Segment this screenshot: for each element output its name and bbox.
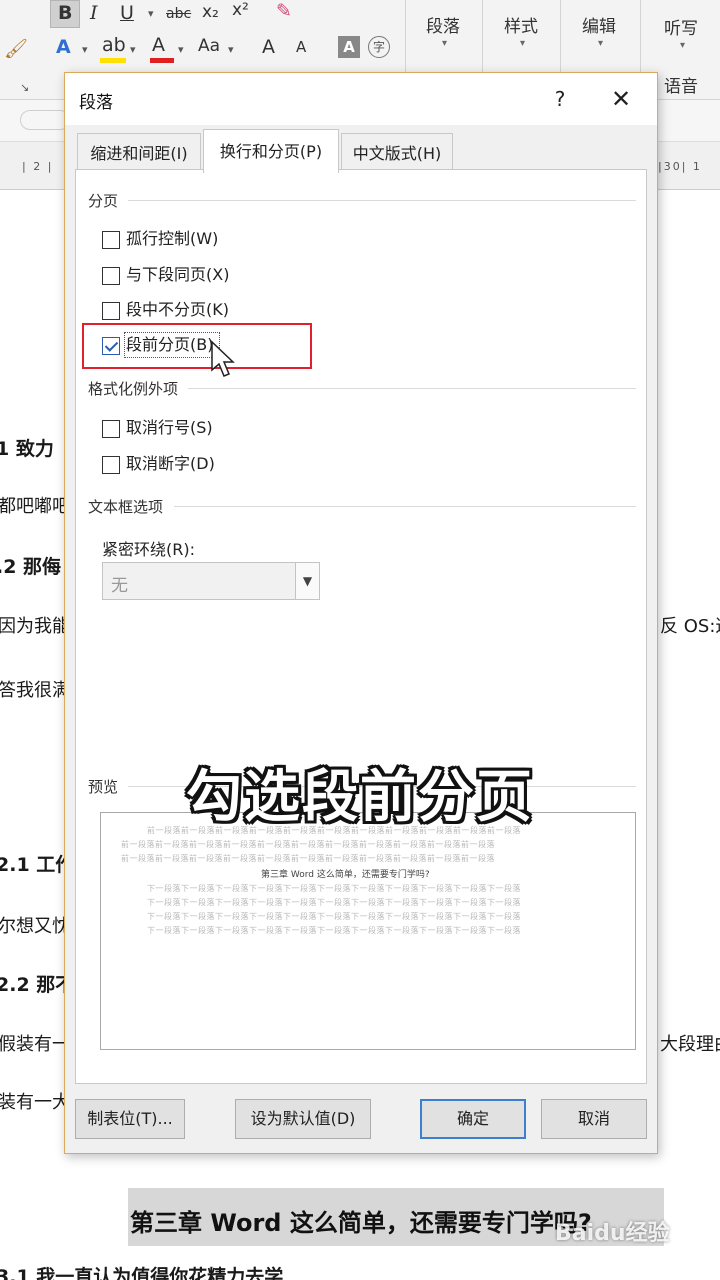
checkbox-label: 取消行号(S) [126, 418, 213, 437]
cancel-button[interactable]: 取消 [541, 1099, 647, 1139]
checkbox-label: 取消断字(D) [126, 454, 215, 473]
doc-fragment: 假装有一 [0, 1034, 70, 1055]
tab-line-page-breaks[interactable]: 换行和分页(P) [203, 129, 339, 173]
paragraph-dropdown-icon[interactable]: ▾ [442, 38, 447, 49]
editing-group[interactable]: 编辑 [582, 12, 616, 37]
change-case-dropdown-icon[interactable]: ▾ [228, 44, 234, 55]
editing-dropdown-icon[interactable]: ▾ [598, 38, 603, 49]
checkbox-box[interactable] [102, 231, 120, 249]
tab-indents-spacing[interactable]: 缩进和间距(I) [77, 133, 201, 173]
dialog-title: 段落 [79, 93, 113, 113]
text-effects-button[interactable]: A [56, 38, 71, 57]
doc-fragment: 都吧嘟吧 [0, 496, 70, 517]
subscript-button[interactable]: x₂ [202, 4, 219, 21]
preview-previous-line: 前一段落前一段落前一段落前一段落前一段落前一段落前一段落前一段落前一段落前一段落… [121, 854, 495, 863]
doc-fragment: 装有一大 [0, 1092, 70, 1113]
baidu-watermark: Baidu经验 [555, 1221, 670, 1246]
help-button[interactable]: ? [543, 83, 577, 115]
grow-font-button[interactable]: A [262, 38, 275, 57]
dictate-button[interactable]: 听写 [664, 14, 698, 39]
doc-fragment: 因为我能 [0, 616, 70, 637]
font-color-button[interactable]: A [152, 36, 165, 55]
italic-button[interactable]: I [90, 4, 98, 23]
checkbox-box[interactable] [102, 302, 120, 320]
character-shading-icon[interactable]: A [338, 36, 360, 58]
bold-button[interactable]: B [58, 4, 72, 23]
checkbox-box[interactable] [102, 456, 120, 474]
font-color-dropdown-icon[interactable]: ▾ [178, 44, 184, 55]
dictate-dropdown-icon[interactable]: ▾ [680, 40, 685, 51]
styles-group[interactable]: 样式 [504, 12, 538, 37]
voice-group-label: 语音 [664, 77, 698, 97]
ok-button[interactable]: 确定 [420, 1099, 526, 1139]
chapter-heading: 第三章 Word 这么简单，还需要专门学吗? [130, 1209, 592, 1237]
underline-dropdown-icon[interactable]: ▾ [148, 8, 154, 19]
preview-previous-line: 前一段落前一段落前一段落前一段落前一段落前一段落前一段落前一段落前一段落前一段落… [121, 840, 495, 849]
tight-wrap-value: 无 [111, 576, 128, 596]
ruler-left-mark: | 2 | [22, 160, 54, 173]
ribbon-toggle[interactable] [20, 110, 70, 130]
enclose-character-icon[interactable]: 字 [368, 36, 390, 58]
checkbox-label: 与下段同页(X) [126, 265, 230, 284]
change-case-button[interactable]: Aa [198, 38, 220, 55]
underline-button[interactable]: U [120, 4, 134, 23]
tight-wrap-label: 紧密环绕(R): [102, 540, 195, 559]
superscript-button[interactable]: x² [232, 2, 249, 19]
doc-fragment: .2 那侮 [0, 556, 62, 578]
styles-dropdown-icon[interactable]: ▾ [520, 38, 525, 49]
section-format-exceptions: 格式化例外项 [88, 380, 179, 398]
doc-fragment: 大段理由 [660, 1034, 720, 1055]
section-divider [174, 506, 636, 507]
ruler-right-mark: |30| 1 [658, 160, 702, 173]
doc-fragment: 答我很满 [0, 680, 70, 701]
tab-panel: 分页 孤行控制(W) 与下段同页(X) 段中不分页(K) 段前分页(B) 格式化… [75, 169, 647, 1084]
preview-sample-text: 第三章 Word 这么简单，还需要专门学吗? [261, 870, 430, 880]
tab-asian-typography[interactable]: 中文版式(H) [341, 133, 453, 173]
doc-fragment: 1 致力 [0, 438, 54, 460]
paragraph-dialog: 段落 ? ✕ 缩进和间距(I) 换行和分页(P) 中文版式(H) 分页 孤行控制… [64, 72, 658, 1154]
tight-wrap-select[interactable]: 无 ▼ [102, 562, 320, 600]
preview-next-line: 下一段落下一段落下一段落下一段落下一段落下一段落下一段落下一段落下一段落下一段落… [147, 912, 521, 921]
doc-fragment: 反 OS:这 [660, 616, 720, 637]
format-painter-icon[interactable]: 🖌 [4, 40, 28, 59]
section-divider [188, 388, 636, 389]
preview-next-line: 下一段落下一段落下一段落下一段落下一段落下一段落下一段落下一段落下一段落下一段落… [147, 884, 521, 893]
doc-fragment: 3.1 我一直认为值得你花精力去学 [0, 1266, 284, 1280]
highlight-color-swatch [100, 58, 126, 63]
font-dialog-launcher-icon[interactable]: ↘ [20, 82, 29, 93]
shrink-font-button[interactable]: A [296, 40, 306, 55]
paragraph-group[interactable]: 段落 [426, 12, 460, 37]
preview-next-line: 下一段落下一段落下一段落下一段落下一段落下一段落下一段落下一段落下一段落下一段落… [147, 898, 521, 907]
preview-box: 前一段落前一段落前一段落前一段落前一段落前一段落前一段落前一段落前一段落前一段落… [100, 812, 636, 1050]
section-pagination: 分页 [88, 192, 119, 210]
checkbox-box[interactable] [102, 267, 120, 285]
strikethrough-button[interactable]: abc [166, 7, 191, 21]
highlight-dropdown-icon[interactable]: ▾ [130, 44, 136, 55]
section-divider [128, 200, 636, 201]
section-textbox-options: 文本框选项 [88, 498, 164, 516]
doc-fragment: 尔想又忱 [0, 916, 70, 937]
highlight-color-icon[interactable]: ab [102, 36, 126, 55]
checkbox-box[interactable] [102, 420, 120, 438]
close-button[interactable]: ✕ [597, 81, 645, 117]
preview-next-line: 下一段落下一段落下一段落下一段落下一段落下一段落下一段落下一段落下一段落下一段落… [147, 926, 521, 935]
tabs-button[interactable]: 制表位(T)... [75, 1099, 185, 1139]
checkbox-label: 孤行控制(W) [126, 229, 219, 248]
clear-format-icon[interactable]: ✎ [276, 2, 292, 21]
font-color-swatch [150, 58, 174, 63]
dialog-titlebar[interactable]: 段落 ? ✕ [65, 73, 657, 125]
annotation-highlight-box [82, 323, 312, 369]
mouse-pointer-icon [211, 340, 235, 377]
chevron-down-icon[interactable]: ▼ [295, 563, 319, 599]
set-default-button[interactable]: 设为默认值(D) [235, 1099, 371, 1139]
text-effects-dropdown-icon[interactable]: ▾ [82, 44, 88, 55]
checkbox-label: 段中不分页(K) [126, 300, 229, 319]
video-caption: 勾选段前分页 [186, 765, 534, 830]
